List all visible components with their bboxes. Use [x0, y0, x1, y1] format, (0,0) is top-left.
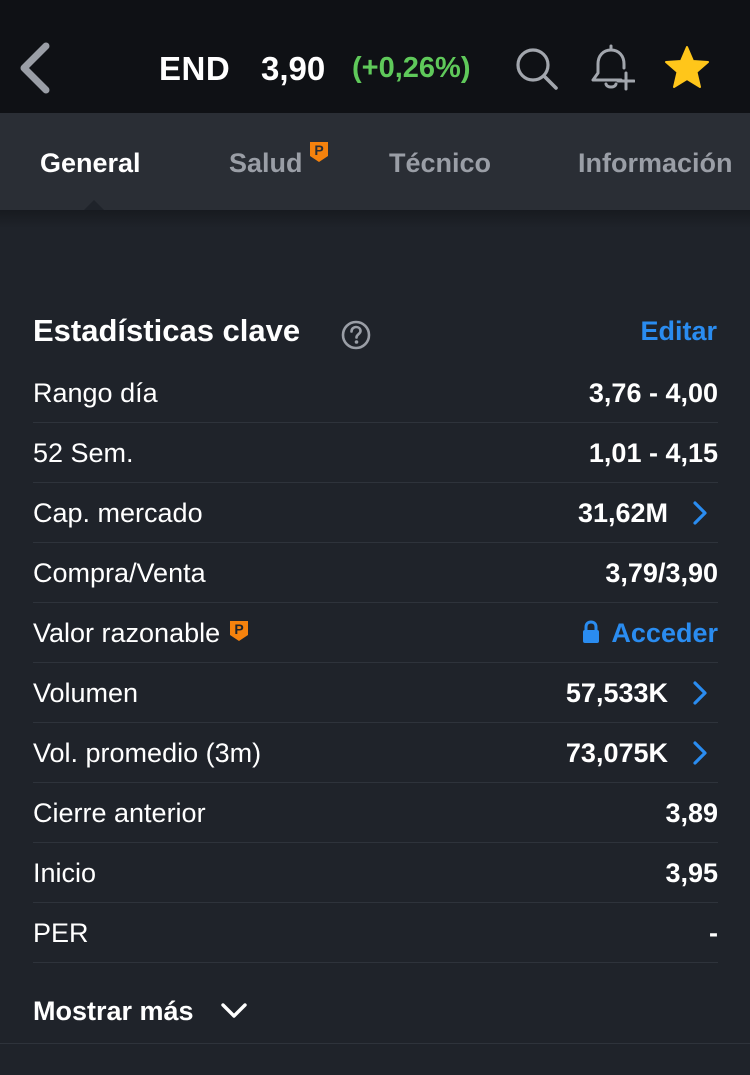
stat-label: Cierre anterior [33, 798, 206, 828]
stat-value: 3,79/3,90 [605, 558, 718, 588]
stat-label: 52 Sem. [33, 438, 134, 468]
stat-value: 31,62M [577, 498, 668, 528]
star-icon[interactable] [663, 44, 711, 92]
stat-row-per: PER - [33, 903, 718, 963]
stat-value: 3,95 [665, 858, 718, 888]
stat-row-vol-promedio[interactable]: Vol. promedio (3m) 73,075K [33, 723, 718, 783]
show-more-button[interactable]: Mostrar más [33, 996, 194, 1027]
stat-value: 1,01 - 4,15 [588, 438, 718, 468]
access-button[interactable]: Acceder [581, 618, 718, 649]
stat-row-cierre-anterior: Cierre anterior 3,89 [33, 783, 718, 843]
tab-informacion[interactable]: Información [578, 148, 733, 179]
top-bar: END 3,90 (+0,26%) [0, 0, 750, 113]
stat-label: PER [33, 918, 89, 948]
stat-label: Vol. promedio (3m) [33, 738, 262, 768]
stats-list: Rango día 3,76 - 4,00 52 Sem. 1,01 - 4,1… [33, 363, 718, 963]
stat-label: Volumen [33, 678, 139, 708]
help-icon[interactable] [341, 320, 371, 350]
active-tab-indicator [84, 200, 104, 210]
stat-row-valor-razonable: Valor razonable P Acceder [33, 603, 718, 663]
search-icon[interactable] [512, 44, 560, 92]
chevron-right-icon[interactable] [690, 739, 710, 767]
divider [0, 1043, 750, 1044]
tab-tecnico[interactable]: Técnico [389, 148, 491, 179]
stat-label: Inicio [33, 858, 97, 888]
tab-general[interactable]: General [40, 148, 141, 179]
edit-button[interactable]: Editar [640, 316, 717, 347]
chevron-down-icon[interactable] [219, 1000, 249, 1022]
back-arrow-icon[interactable] [14, 38, 58, 98]
premium-badge-letter: P [234, 621, 243, 637]
stat-label: Valor razonable P [33, 618, 250, 649]
tab-bar: General Salud P Técnico Información [0, 113, 750, 210]
stat-label: Compra/Venta [33, 558, 206, 588]
price-change: (+0,26%) [352, 52, 471, 84]
ticker-symbol: END [159, 50, 231, 87]
current-price: 3,90 [261, 50, 326, 87]
stat-label: Cap. mercado [33, 498, 203, 528]
stat-row-inicio: Inicio 3,95 [33, 843, 718, 903]
premium-badge-icon: P [230, 621, 249, 641]
tab-shadow [0, 210, 750, 228]
premium-badge-letter: P [314, 142, 323, 158]
stat-row-volumen[interactable]: Volumen 57,533K [33, 663, 718, 723]
stat-label-text: Valor razonable [33, 618, 221, 648]
lock-icon [583, 620, 600, 643]
stat-label: Rango día [33, 378, 158, 408]
stat-value: 3,76 - 4,00 [588, 378, 718, 408]
stat-value: - [709, 918, 718, 948]
access-label: Acceder [611, 618, 718, 648]
tab-salud[interactable]: Salud [229, 148, 303, 179]
chevron-right-icon[interactable] [690, 679, 710, 707]
stat-row-rango-dia: Rango día 3,76 - 4,00 [33, 363, 718, 423]
stat-row-cap-mercado[interactable]: Cap. mercado 31,62M [33, 483, 718, 543]
stat-value: 3,89 [665, 798, 718, 828]
stat-value: 73,075K [565, 738, 668, 768]
premium-badge-icon: P [310, 142, 328, 162]
chevron-right-icon[interactable] [690, 499, 710, 527]
section-title: Estadísticas clave [33, 313, 301, 348]
stat-row-compra-venta: Compra/Venta 3,79/3,90 [33, 543, 718, 603]
bell-plus-icon[interactable] [587, 44, 635, 92]
stat-value: 57,533K [565, 678, 668, 708]
stat-row-52-sem: 52 Sem. 1,01 - 4,15 [33, 423, 718, 483]
